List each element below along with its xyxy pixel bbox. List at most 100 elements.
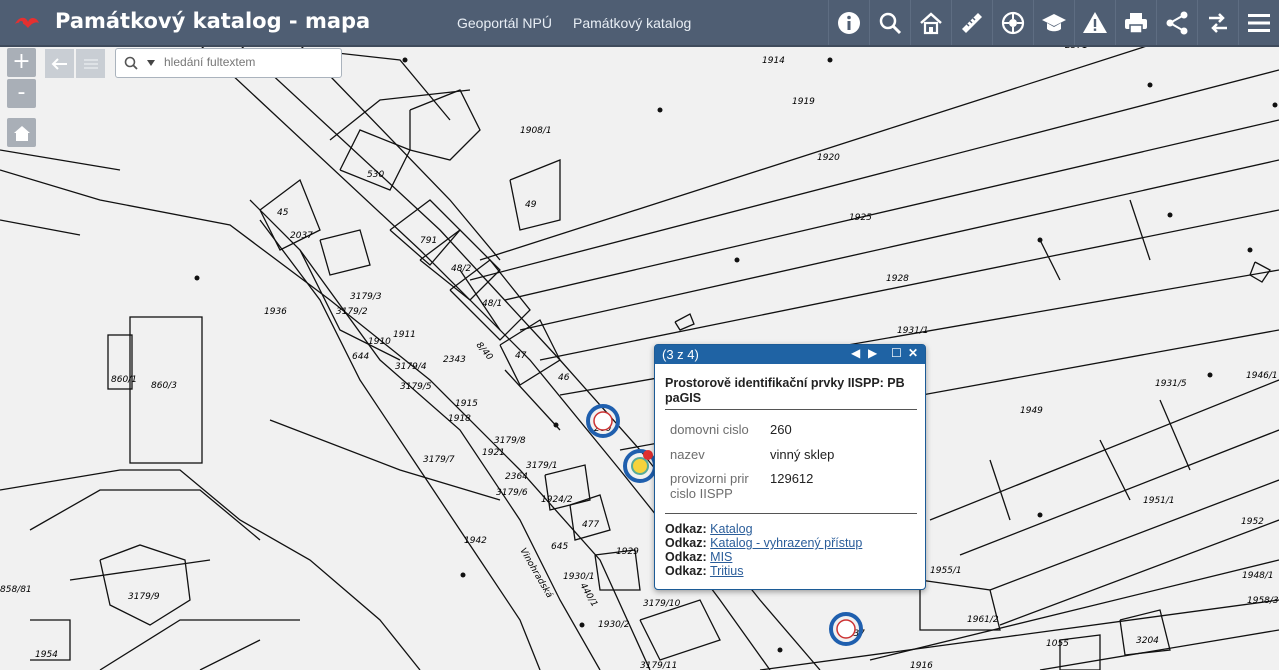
- cadastral-map[interactable]: 1914 1919 1908/1 1920 1925 1928 1931/1 1931/…: [0, 0, 1279, 670]
- parcel-label: 1925: [849, 213, 872, 223]
- zoom-out-button[interactable]: -: [7, 79, 36, 108]
- search-tool-button[interactable]: [869, 0, 910, 45]
- link-row: Odkaz: Katalog - vyhrazený přístup: [665, 536, 862, 550]
- parcel-label: 48/1: [482, 299, 502, 309]
- swap-button[interactable]: [1197, 0, 1238, 45]
- parcel-label: 46: [558, 373, 570, 383]
- parcel-label: 1951/1: [1143, 496, 1175, 506]
- search-input[interactable]: [162, 54, 336, 70]
- parcel-label: 860/3: [151, 381, 177, 391]
- home-icon: [13, 125, 30, 141]
- maximize-popup-button[interactable]: ☐: [891, 346, 902, 360]
- education-button[interactable]: [1033, 0, 1074, 45]
- parcel-label: 3204: [1136, 636, 1159, 646]
- parcel-label: 1916: [910, 661, 933, 670]
- parcel-label: 1915: [455, 399, 478, 409]
- parcel-label: 3179/2: [336, 307, 368, 317]
- link-row: Odkaz: MIS: [665, 550, 732, 564]
- link-row: Odkaz: Katalog: [665, 522, 753, 536]
- parcel-label: 1910: [368, 337, 391, 347]
- parcel-label: 2343: [443, 355, 466, 365]
- field-key-domovni-cislo: domovni cislo: [670, 422, 749, 437]
- parcel-label: 1952: [1241, 517, 1264, 527]
- previous-feature-button[interactable]: ◀: [851, 346, 860, 360]
- link-prefix: Odkaz:: [665, 536, 707, 550]
- parcel-label: 1908/1: [520, 126, 552, 136]
- parcel-label: 1921: [482, 448, 505, 458]
- field-key-provizorni-cislo: provizorni prir cislo IISPP: [670, 471, 749, 501]
- parcel-label: 1936: [264, 307, 287, 317]
- arrow-left-icon: [51, 57, 67, 70]
- katalog-restricted-link[interactable]: Katalog - vyhrazený přístup: [710, 536, 862, 550]
- tritius-link[interactable]: Tritius: [710, 564, 744, 578]
- geoportal-link[interactable]: Geoportál NPÚ: [457, 15, 552, 31]
- parcel-label: 3179/3: [350, 292, 382, 302]
- parcel-label: 1931/1: [897, 326, 929, 336]
- next-feature-button[interactable]: ▶: [868, 346, 877, 360]
- parcel-label: 858/81: [0, 585, 32, 595]
- mis-link[interactable]: MIS: [710, 550, 732, 564]
- parcel-label: 1931/5: [1155, 379, 1187, 389]
- parcel-label: 645: [551, 542, 568, 552]
- field-value-domovni-cislo: 260: [770, 422, 792, 437]
- parcel-label: 3179/8: [494, 436, 526, 446]
- print-icon: [1125, 12, 1147, 34]
- warning-button[interactable]: [1074, 0, 1115, 45]
- parcel-label: 1955/1: [930, 566, 962, 576]
- parcel-label: 3179/11: [640, 661, 677, 670]
- divider: [665, 513, 917, 514]
- parcel-label: 1918: [448, 414, 471, 424]
- popup-header: (3 z 4) ◀ ▶ ☐ ✕: [655, 345, 925, 364]
- parcel-label: 47: [515, 351, 527, 361]
- link-prefix: Odkaz:: [665, 564, 707, 578]
- close-popup-button[interactable]: ✕: [908, 346, 918, 360]
- parcel-label: 1928: [886, 274, 909, 284]
- zoom-in-button[interactable]: +: [7, 48, 36, 77]
- parcel-label: 1055: [1046, 639, 1069, 649]
- warning-icon: [1083, 11, 1107, 33]
- parcel-label: 3179/6: [496, 488, 528, 498]
- parcel-label: 1911: [393, 330, 416, 340]
- home-extent-button[interactable]: [7, 118, 36, 147]
- feature-info-popup: (3 z 4) ◀ ▶ ☐ ✕ Prostorově identifikační…: [654, 344, 926, 590]
- link-prefix: Odkaz:: [665, 550, 707, 564]
- field-value-provizorni-cislo: 129612: [770, 471, 814, 486]
- parcel-label: 1930/2: [598, 620, 630, 630]
- list-icon: [83, 58, 98, 69]
- print-button[interactable]: [1115, 0, 1156, 45]
- parcel-label: 477: [582, 520, 599, 530]
- menu-icon: [1248, 13, 1270, 32]
- katalog-link[interactable]: Katalog: [710, 522, 752, 536]
- measure-button[interactable]: [951, 0, 992, 45]
- previous-extent-button[interactable]: [45, 49, 74, 78]
- parcel-label: 3179/10: [643, 599, 681, 609]
- layers-button[interactable]: [992, 0, 1033, 45]
- parcel-label: 49: [525, 200, 537, 210]
- field-key-nazev: nazev: [670, 447, 705, 462]
- info-icon: [838, 11, 860, 34]
- dropdown-caret-icon[interactable]: [147, 59, 155, 67]
- share-icon: [1166, 11, 1188, 34]
- parcel-label: 45: [277, 208, 289, 218]
- info-button[interactable]: [828, 0, 869, 45]
- pamatkovy-katalog-link[interactable]: Památkový katalog: [573, 15, 691, 31]
- popup-counter: (3 z 4): [662, 347, 699, 362]
- parcel-label: 1961/2: [967, 615, 999, 625]
- graduation-cap-icon: [1042, 13, 1066, 31]
- menu-button[interactable]: [1238, 0, 1279, 45]
- search-box: [115, 48, 342, 78]
- link-prefix: Odkaz:: [665, 522, 707, 536]
- share-button[interactable]: [1156, 0, 1197, 45]
- search-icon: [879, 12, 902, 34]
- search-icon[interactable]: [124, 56, 138, 70]
- parcel-label: 791: [420, 236, 437, 246]
- home-icon: [920, 11, 942, 34]
- toolbar: [828, 0, 1279, 45]
- parcel-label: 3179/5: [400, 382, 432, 392]
- parcel-label: 3179/9: [128, 592, 160, 602]
- home-button[interactable]: [910, 0, 951, 45]
- next-extent-button[interactable]: [76, 49, 105, 78]
- parcel-label: 530: [367, 170, 384, 180]
- parcel-label: 1949: [1020, 406, 1043, 416]
- ruler-icon: [962, 12, 982, 33]
